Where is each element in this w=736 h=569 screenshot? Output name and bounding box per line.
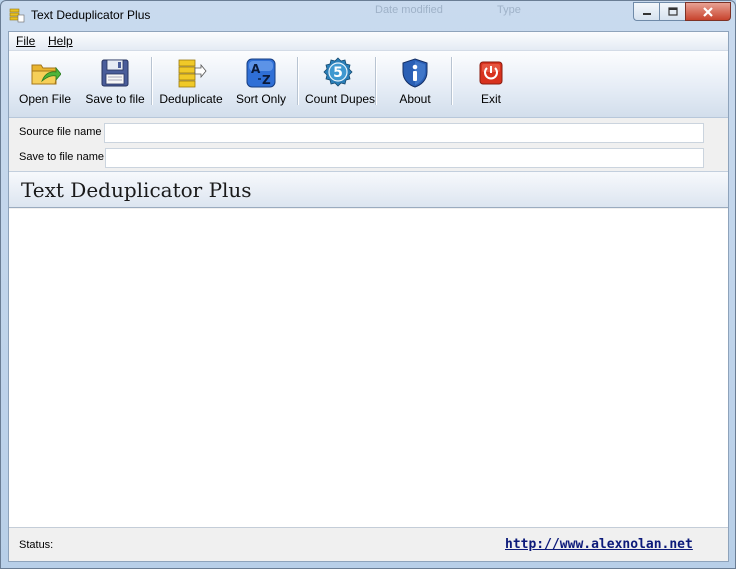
exit-label: Exit — [480, 92, 501, 106]
menu-file-label: File — [16, 34, 36, 48]
client-area: File Help Open File Save to file Dedupli… — [8, 31, 729, 562]
sort-glyph-z: Z — [262, 73, 271, 87]
deduplicate-button[interactable]: Deduplicate — [159, 55, 223, 111]
menu-bar: File Help — [9, 32, 728, 51]
count-badge-number: 5 — [333, 65, 343, 81]
window-title: Text Deduplicator Plus — [31, 8, 151, 22]
toolbar-separator — [451, 57, 453, 105]
menu-file[interactable]: File — [16, 34, 35, 48]
close-icon — [703, 6, 713, 17]
menu-help[interactable]: Help — [48, 34, 73, 48]
stacked-files-icon — [178, 59, 207, 88]
source-file-name-label: Source file name — [19, 126, 102, 138]
save-to-file-button[interactable]: Save to file — [83, 55, 147, 111]
title-banner: Text Deduplicator Plus — [9, 171, 728, 208]
title-bar[interactable]: Text Deduplicator Plus Date modified Typ… — [1, 1, 735, 31]
sort-az-icon: A Z — [246, 58, 276, 88]
toolbar-separator — [151, 57, 153, 105]
sort-glyph-a: A — [251, 62, 261, 76]
count-dupes-button[interactable]: 5 Count Dupes — [305, 55, 376, 111]
source-file-name-input[interactable] — [104, 123, 704, 143]
window-controls — [633, 2, 731, 21]
count-dupes-label: Count Dupes — [305, 92, 376, 106]
background-label-date-modified: Date modified — [375, 4, 443, 16]
exit-button[interactable]: Exit — [467, 55, 515, 111]
sort-only-label: Sort Only — [235, 92, 286, 106]
banner-title: Text Deduplicator Plus — [21, 178, 252, 202]
folder-open-arrow-icon — [31, 64, 61, 85]
background-label-type: Type — [497, 4, 521, 16]
output-text-area[interactable] — [9, 209, 728, 528]
power-icon — [479, 61, 503, 85]
deduplicate-label: Deduplicate — [159, 92, 223, 106]
toolbar-separator — [375, 57, 377, 105]
app-window: Text Deduplicator Plus Date modified Typ… — [0, 0, 736, 569]
maximize-button[interactable] — [659, 2, 685, 21]
close-button[interactable] — [685, 2, 731, 21]
save-to-file-label: Save to file — [85, 92, 145, 106]
about-button[interactable]: About — [387, 55, 443, 111]
status-label: Status: — [19, 539, 54, 551]
info-shield-icon — [402, 58, 428, 88]
status-bar: Status: http://www.alexnolan.net — [9, 529, 728, 561]
toolbar-separator — [297, 57, 299, 105]
sort-only-button[interactable]: A Z Sort Only — [231, 55, 291, 111]
save-to-file-name-input[interactable] — [105, 148, 704, 168]
menu-help-label: Help — [48, 34, 73, 48]
minimize-icon — [642, 12, 651, 15]
minimize-button[interactable] — [633, 2, 659, 21]
open-file-button[interactable]: Open File — [15, 55, 75, 111]
file-fields-panel: Source file name Save to file name — [9, 119, 728, 172]
toolbar: Open File Save to file Deduplicate A Z S… — [9, 51, 728, 118]
website-link[interactable]: http://www.alexnolan.net — [505, 537, 693, 552]
about-label: About — [399, 92, 431, 106]
floppy-disk-icon — [101, 59, 129, 87]
maximize-icon — [667, 7, 678, 16]
count-badge-icon: 5 — [323, 57, 353, 87]
open-file-label: Open File — [18, 92, 72, 106]
save-to-file-name-label: Save to file name — [19, 151, 104, 163]
app-stacked-files-icon — [9, 8, 25, 23]
